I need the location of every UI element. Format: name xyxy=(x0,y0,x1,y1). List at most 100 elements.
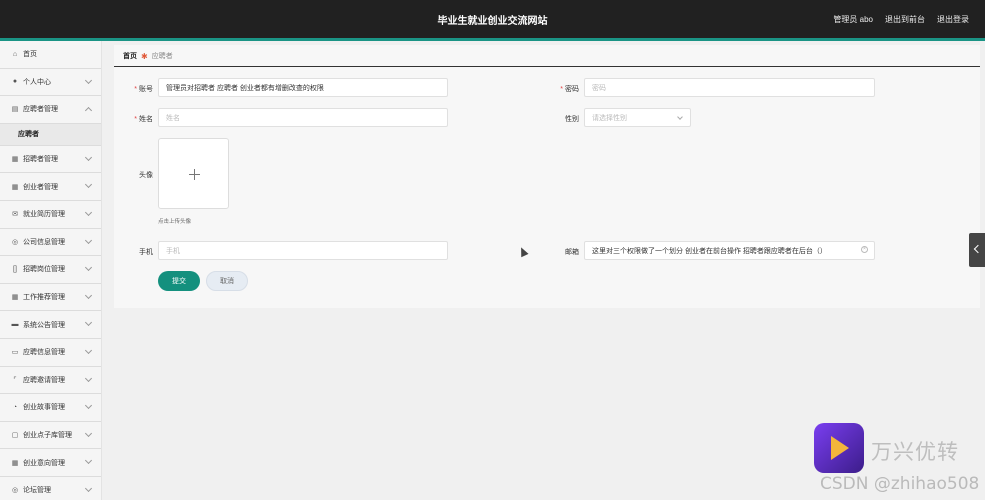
chevron-down-icon xyxy=(84,374,93,382)
top-bar: 毕业生就业创业交流网站 管理员 abo 退出到前台 退出登录 xyxy=(0,0,985,38)
sidebar-item-label: 招聘者管理 xyxy=(23,156,58,164)
phone-label: 手机 xyxy=(139,249,153,256)
chevron-left-icon xyxy=(973,244,983,254)
gender-select-value: 请选择性别 xyxy=(592,114,627,122)
breadcrumb-divider xyxy=(114,66,980,67)
chevron-down-icon xyxy=(677,114,683,120)
gender-select[interactable]: 请选择性别 xyxy=(584,108,691,127)
grid-icon: ▦ xyxy=(11,183,19,191)
sidebar-item-label: 工作推荐管理 xyxy=(23,294,65,302)
chevron-down-icon xyxy=(84,181,93,189)
chat-icon: ▢ xyxy=(11,432,19,440)
sidebar-item-intention-management[interactable]: ▦ 创业意向管理 xyxy=(0,449,101,477)
email-field[interactable]: 这里对三个权限做了一个划分 创业者在前台操作 招聘者跟应聘者在后台（） × xyxy=(584,241,875,260)
watermark-csdn: CSDN @zhihao508 xyxy=(820,474,980,494)
mail-icon: ✉ xyxy=(12,211,18,219)
sidebar: ⌂ 首页 ● 个人中心 ▤ 应聘者管理 应聘者 ▦ 招聘者管理 ▦ 创业者管理 … xyxy=(0,41,102,500)
gauge-icon: ◔ xyxy=(12,403,18,411)
sidebar-item-label: 创业点子库管理 xyxy=(23,432,72,440)
sidebar-item-position-management[interactable]: [] 招聘岗位管理 xyxy=(0,256,101,284)
breadcrumb-home[interactable]: 首页 xyxy=(123,51,137,61)
sidebar-item-story-management[interactable]: ◔ 创业故事管理 xyxy=(0,394,101,422)
sidebar-item-label: 招聘岗位管理 xyxy=(23,266,65,274)
list-icon: ▤ xyxy=(11,106,19,114)
chevron-down-icon xyxy=(84,402,93,410)
email-label: 邮箱 xyxy=(565,249,579,256)
sidebar-item-forum-management[interactable]: ◎ 论坛管理 xyxy=(0,476,101,500)
user-icon: ● xyxy=(12,78,18,86)
cancel-button[interactable]: 取消 xyxy=(206,271,248,291)
chevron-down-icon xyxy=(84,319,93,327)
sidebar-item-label: 创业者管理 xyxy=(23,183,58,191)
sidebar-item-label: 个人中心 xyxy=(23,78,51,86)
collapse-panel-button[interactable] xyxy=(969,233,985,267)
chevron-up-icon xyxy=(84,107,93,115)
chevron-down-icon xyxy=(84,484,93,492)
chevron-down-icon xyxy=(84,429,93,437)
phone-field[interactable]: 手机 xyxy=(158,241,448,260)
chevron-down-icon xyxy=(84,457,93,465)
name-label: * 姓名 xyxy=(134,116,153,123)
password-label: * 密码 xyxy=(560,86,579,93)
account-field[interactable]: 管理员对招聘者 应聘者 创业者都有增删改查的权限 xyxy=(158,78,448,97)
sidebar-item-home[interactable]: ⌂ 首页 xyxy=(0,41,101,69)
sidebar-item-recruiter-management[interactable]: ▦ 招聘者管理 xyxy=(0,145,101,174)
sidebar-item-label: 公司信息管理 xyxy=(23,238,65,246)
sidebar-item-notice-management[interactable]: ▬ 系统公告管理 xyxy=(0,311,101,339)
card-icon: ▭ xyxy=(11,349,19,357)
submit-button[interactable]: 提交 xyxy=(158,271,200,291)
sidebar-item-resume-management[interactable]: ✉ 就业简历管理 xyxy=(0,200,101,229)
sidebar-item-application-management[interactable]: ▭ 应聘信息管理 xyxy=(0,338,101,367)
watermark-brand: 万兴优转 xyxy=(871,440,959,464)
chevron-down-icon xyxy=(84,291,93,299)
sidebar-item-personal-center[interactable]: ● 个人中心 xyxy=(0,68,101,97)
main-panel: 首页 ✱ 应聘者 * 账号 管理员对招聘者 应聘者 创业者都有增删改查的权限 * 密… xyxy=(114,45,980,308)
sidebar-item-label: 系统公告管理 xyxy=(23,321,65,329)
current-user: 管理员 abo xyxy=(833,15,873,24)
name-field[interactable]: 姓名 xyxy=(158,108,448,127)
chevron-down-icon xyxy=(84,264,93,272)
sidebar-item-applicant-management[interactable]: ▤ 应聘者管理 xyxy=(0,96,101,124)
sidebar-item-label: 应聘信息管理 xyxy=(23,349,65,357)
sidebar-item-label: 应聘邀请管理 xyxy=(23,376,65,384)
chevron-down-icon xyxy=(84,76,93,84)
clear-icon[interactable]: × xyxy=(861,246,868,253)
grid-icon: ▦ xyxy=(11,294,19,302)
sidebar-item-invitation-management[interactable]: ⌜ 应聘邀请管理 xyxy=(0,366,101,395)
chevron-down-icon xyxy=(84,346,93,354)
avatar-upload[interactable] xyxy=(158,138,229,209)
sidebar-item-label: 就业简历管理 xyxy=(23,211,65,219)
sidebar-item-label: 首页 xyxy=(23,51,37,59)
chevron-down-icon xyxy=(84,153,93,161)
grid-icon: ▦ xyxy=(11,459,19,467)
crop-icon: ⌜ xyxy=(13,376,17,384)
play-icon xyxy=(831,436,849,460)
briefcase-icon: ▬ xyxy=(11,321,19,329)
sidebar-item-label: 创业故事管理 xyxy=(23,404,65,412)
gender-label: 性别 xyxy=(565,116,579,123)
plus-icon-vertical xyxy=(194,169,195,180)
sidebar-item-label: 创业意向管理 xyxy=(23,459,65,467)
compass-icon: ◎ xyxy=(11,487,19,495)
avatar-upload-hint: 点击上传头像 xyxy=(158,219,192,225)
account-label: * 账号 xyxy=(134,86,153,93)
logout-link[interactable]: 退出登录 xyxy=(937,14,969,25)
sidebar-item-label: 论坛管理 xyxy=(23,487,51,495)
back-to-frontend-link[interactable]: 退出到前台 xyxy=(885,14,925,25)
sidebar-item-company-management[interactable]: ◎ 公司信息管理 xyxy=(0,228,101,257)
breadcrumb: 首页 ✱ 应聘者 xyxy=(123,51,173,61)
password-field[interactable]: 密码 xyxy=(584,78,875,97)
chevron-down-icon xyxy=(84,208,93,217)
sidebar-item-idea-management[interactable]: ▢ 创业点子库管理 xyxy=(0,421,101,450)
sidebar-subitem-applicant[interactable]: 应聘者 xyxy=(0,123,101,146)
breadcrumb-current: 应聘者 xyxy=(151,53,173,60)
bracket-icon: [] xyxy=(13,265,17,273)
avatar-label: 头像 xyxy=(139,172,153,179)
sidebar-item-job-recommend-management[interactable]: ▦ 工作推荐管理 xyxy=(0,283,101,312)
watermark-logo xyxy=(814,423,864,473)
header-accent-bar xyxy=(0,38,985,41)
sidebar-item-entrepreneur-management[interactable]: ▦ 创业者管理 xyxy=(0,173,101,201)
star-icon: ✱ xyxy=(141,51,148,61)
compass-icon: ◎ xyxy=(11,238,19,246)
grid-icon: ▦ xyxy=(11,156,19,164)
